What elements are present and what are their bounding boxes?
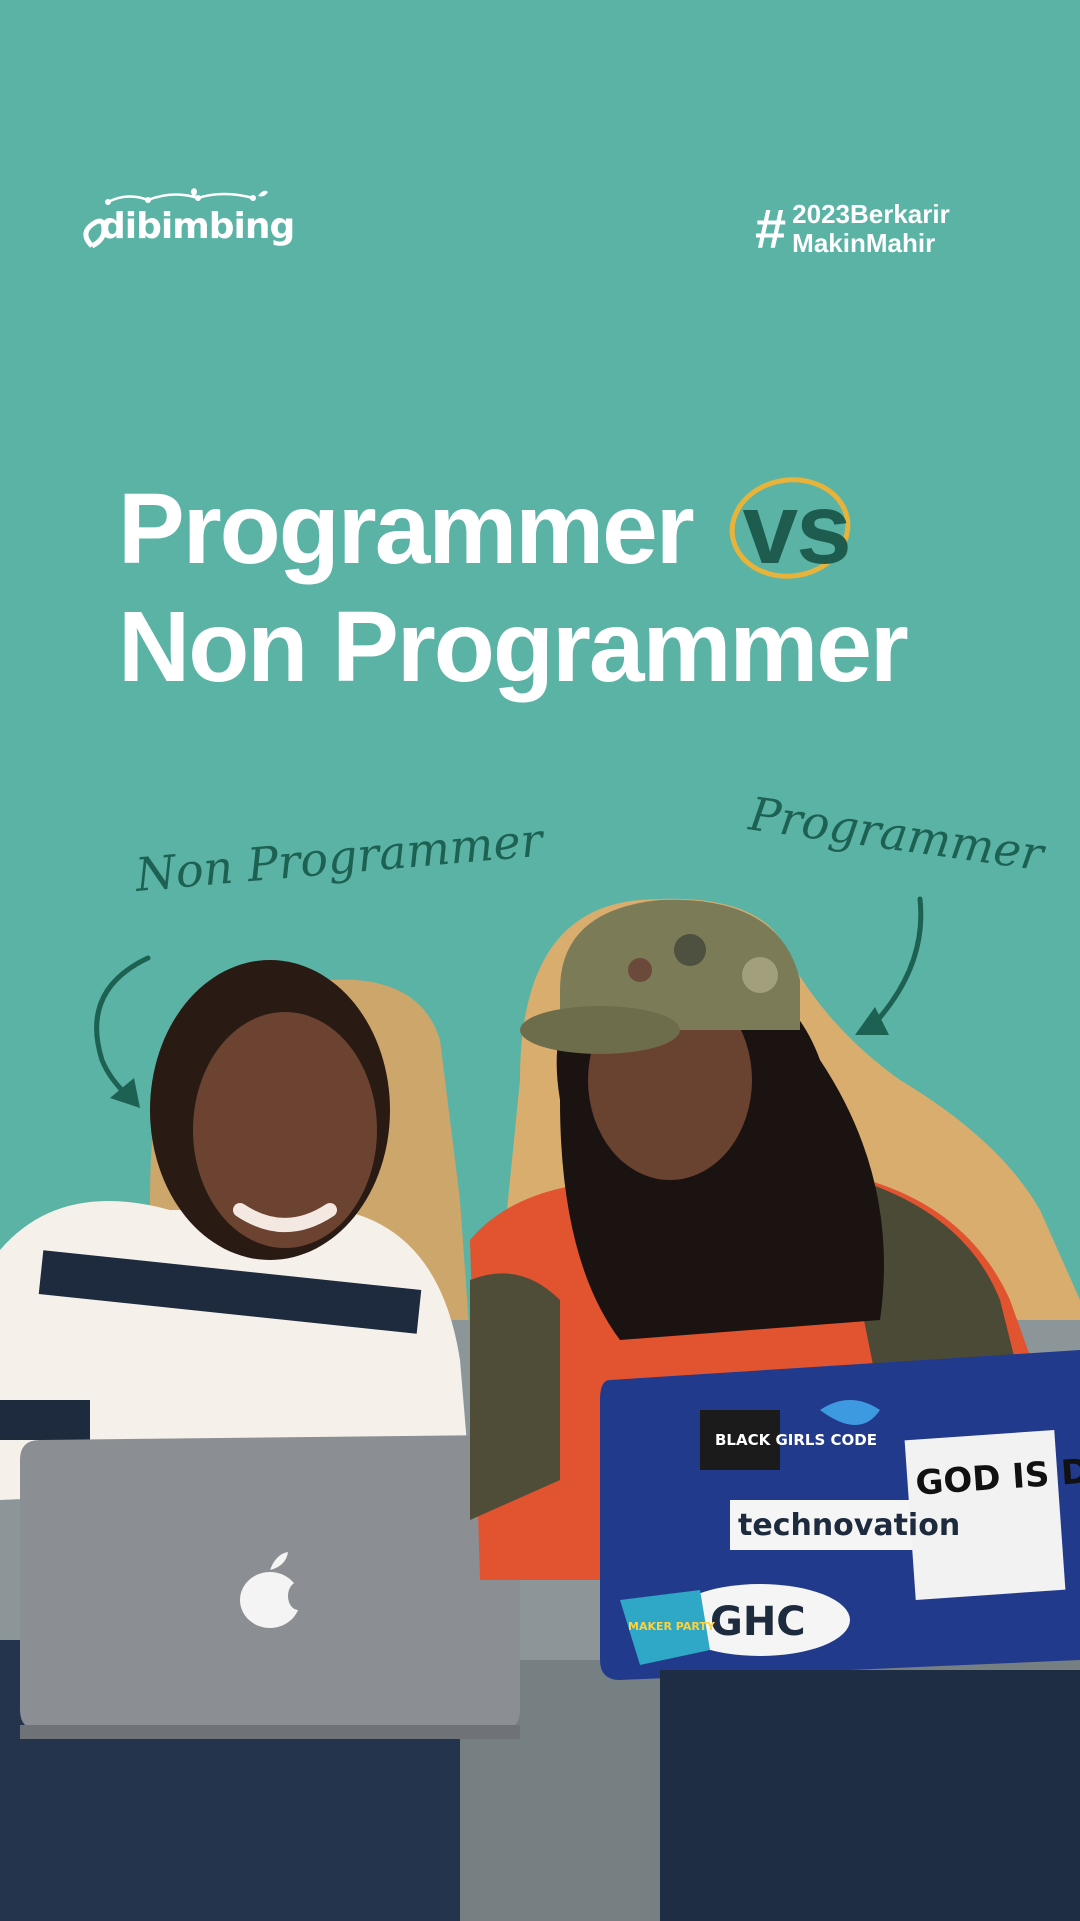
brand-logo: dibimbing (78, 188, 295, 258)
label-programmer: Programmer (746, 786, 1047, 882)
headline: Programmer vs Non Programmer (118, 470, 909, 706)
campaign-hashtag: # 2023Berkarir MakinMahir (755, 200, 950, 258)
hashtag-line-2: MakinMahir (792, 228, 936, 258)
vs-text: vs (742, 473, 851, 585)
photo-two-women-laptops: BLACK GIRLS CODE technovation GOD IS DOP… (0, 898, 1080, 1921)
promo-poster: dibimbing # 2023Berkarir MakinMahir Prog… (0, 0, 1080, 1921)
hashtag-symbol: # (755, 197, 787, 260)
hashtag-line-1: 2023Berkarir (792, 199, 950, 229)
headline-row-2: Non Programmer (118, 591, 909, 703)
sticker-technovation: technovation (738, 1508, 960, 1543)
sticker-black-girls-code: BLACK GIRLS CODE (715, 1431, 877, 1449)
sticker-ghc: GHC (710, 1599, 806, 1645)
sticker-maker-party: MAKER PARTY (628, 1620, 716, 1633)
headline-word-programmer: Programmer (118, 473, 695, 585)
headline-row-1: Programmer vs (118, 470, 907, 588)
vs-badge: vs (730, 470, 852, 588)
logo-wordmark: dibimbing (100, 206, 295, 247)
sticker-i-am: I AM (1030, 1394, 1060, 1408)
